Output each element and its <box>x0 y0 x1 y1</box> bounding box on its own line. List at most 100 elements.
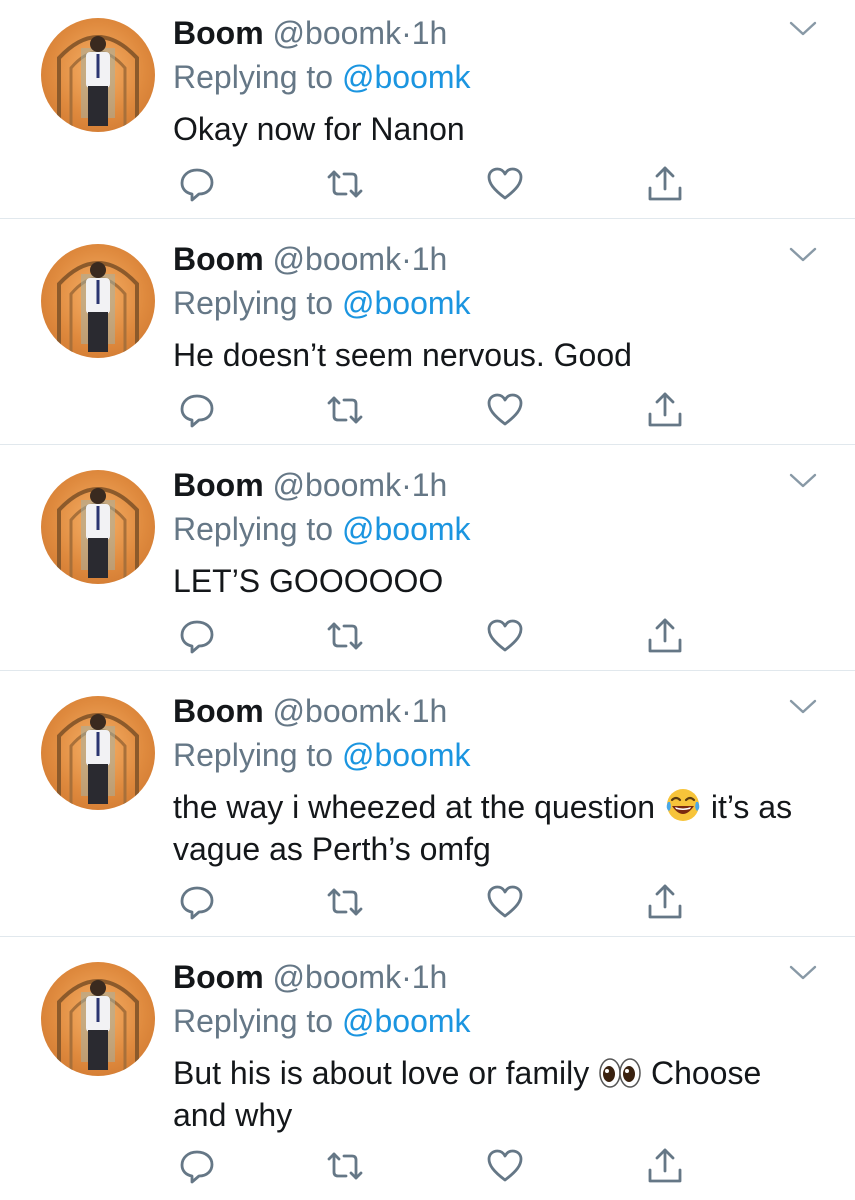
tweet-actions <box>173 164 693 204</box>
retweet-button[interactable] <box>325 164 365 204</box>
avatar[interactable] <box>41 18 155 132</box>
user-handle[interactable]: @boomk <box>273 15 402 51</box>
timestamp[interactable]: 1h <box>412 467 448 503</box>
tweet-text: Okay now for Nanon <box>173 111 465 147</box>
chevron-down-icon[interactable] <box>788 962 818 984</box>
replying-to-label: Replying to <box>173 59 342 95</box>
tweet-actions <box>173 882 693 922</box>
avatar[interactable] <box>41 962 155 1076</box>
timestamp[interactable]: 1h <box>412 693 448 729</box>
timestamp[interactable]: 1h <box>412 241 448 277</box>
like-button[interactable] <box>485 390 525 430</box>
tweet[interactable]: Boom @boomk·1h Replying to @boomk Okay n… <box>0 0 855 219</box>
display-name[interactable]: Boom <box>173 467 264 503</box>
replying-to-label: Replying to <box>173 1003 342 1039</box>
like-button[interactable] <box>485 616 525 656</box>
reply-mention-link[interactable]: @boomk <box>342 737 471 773</box>
reply-button[interactable] <box>177 882 217 922</box>
tweet-text: But his is about love or family Choose a… <box>173 1052 813 1136</box>
avatar[interactable] <box>41 696 155 810</box>
share-button[interactable] <box>645 164 685 204</box>
reply-mention-link[interactable]: @boomk <box>342 511 471 547</box>
separator-dot: · <box>401 467 412 503</box>
tweet-text-part: But his is about love or family <box>173 1055 599 1091</box>
tweet-text-part: the way i wheezed at the question <box>173 789 664 825</box>
retweet-button[interactable] <box>325 1146 365 1186</box>
tweet-text: the way i wheezed at the question it’s a… <box>173 786 813 870</box>
replying-to: Replying to @boomk <box>173 508 471 550</box>
tweet-header: Boom @boomk·1h <box>173 956 447 998</box>
speech-bubble-icon <box>180 886 214 920</box>
speech-bubble-icon <box>180 394 214 428</box>
timestamp[interactable]: 1h <box>412 15 448 51</box>
like-button[interactable] <box>485 164 525 204</box>
retweet-icon <box>327 888 363 916</box>
reply-button[interactable] <box>177 390 217 430</box>
avatar[interactable] <box>41 244 155 358</box>
user-handle[interactable]: @boomk <box>273 693 402 729</box>
tweet-actions <box>173 390 693 430</box>
tweet-header: Boom @boomk·1h <box>173 12 447 54</box>
share-button[interactable] <box>645 616 685 656</box>
heart-icon <box>487 393 523 426</box>
separator-dot: · <box>401 241 412 277</box>
replying-to-label: Replying to <box>173 285 342 321</box>
reply-mention-link[interactable]: @boomk <box>342 285 471 321</box>
retweet-button[interactable] <box>325 616 365 656</box>
tweet[interactable]: Boom @boomk·1h Replying to @boomk the wa… <box>0 678 855 937</box>
speech-bubble-icon <box>180 620 214 654</box>
tweet-actions <box>173 1146 693 1186</box>
eyes-emoji <box>599 1058 641 1088</box>
heart-icon <box>487 619 523 652</box>
avatar-photo <box>57 35 139 132</box>
user-handle[interactable]: @boomk <box>273 241 402 277</box>
separator-dot: · <box>401 15 412 51</box>
display-name[interactable]: Boom <box>173 959 264 995</box>
share-button[interactable] <box>645 390 685 430</box>
reply-mention-link[interactable]: @boomk <box>342 1003 471 1039</box>
like-button[interactable] <box>485 1146 525 1186</box>
retweet-icon <box>327 1152 363 1180</box>
chevron-down-icon[interactable] <box>788 18 818 40</box>
speech-bubble-icon <box>180 168 214 202</box>
reply-button[interactable] <box>177 164 217 204</box>
tweet-header: Boom @boomk·1h <box>173 464 447 506</box>
tweet[interactable]: Boom @boomk·1h Replying to @boomk LET’S … <box>0 452 855 671</box>
avatar-photo <box>57 713 139 810</box>
reply-button[interactable] <box>177 1146 217 1186</box>
display-name[interactable]: Boom <box>173 693 264 729</box>
tweet[interactable]: Boom @boomk·1h Replying to @boomk But hi… <box>0 944 855 1200</box>
heart-icon <box>487 167 523 200</box>
chevron-down-icon[interactable] <box>788 696 818 718</box>
display-name[interactable]: Boom <box>173 241 264 277</box>
display-name[interactable]: Boom <box>173 15 264 51</box>
reply-mention-link[interactable]: @boomk <box>342 59 471 95</box>
heart-icon <box>487 1149 523 1182</box>
user-handle[interactable]: @boomk <box>273 959 402 995</box>
like-button[interactable] <box>485 882 525 922</box>
replying-to: Replying to @boomk <box>173 1000 471 1042</box>
reply-button[interactable] <box>177 616 217 656</box>
share-icon <box>648 618 682 653</box>
retweet-button[interactable] <box>325 390 365 430</box>
share-button[interactable] <box>645 1146 685 1186</box>
share-icon <box>648 884 682 919</box>
tweet-header: Boom @boomk·1h <box>173 238 447 280</box>
tweet-text: LET’S GOOOOOO <box>173 563 444 599</box>
retweet-icon <box>327 622 363 650</box>
tweet[interactable]: Boom @boomk·1h Replying to @boomk He doe… <box>0 226 855 445</box>
tweet-text: He doesn’t seem nervous. Good <box>173 337 632 373</box>
separator-dot: · <box>401 693 412 729</box>
share-button[interactable] <box>645 882 685 922</box>
avatar[interactable] <box>41 470 155 584</box>
replying-to: Replying to @boomk <box>173 282 471 324</box>
chevron-down-icon[interactable] <box>788 244 818 266</box>
user-handle[interactable]: @boomk <box>273 467 402 503</box>
retweet-button[interactable] <box>325 882 365 922</box>
share-icon <box>648 1148 682 1183</box>
avatar-photo <box>57 979 139 1076</box>
retweet-icon <box>327 170 363 198</box>
timestamp[interactable]: 1h <box>412 959 448 995</box>
chevron-down-icon[interactable] <box>788 470 818 492</box>
share-icon <box>648 166 682 201</box>
